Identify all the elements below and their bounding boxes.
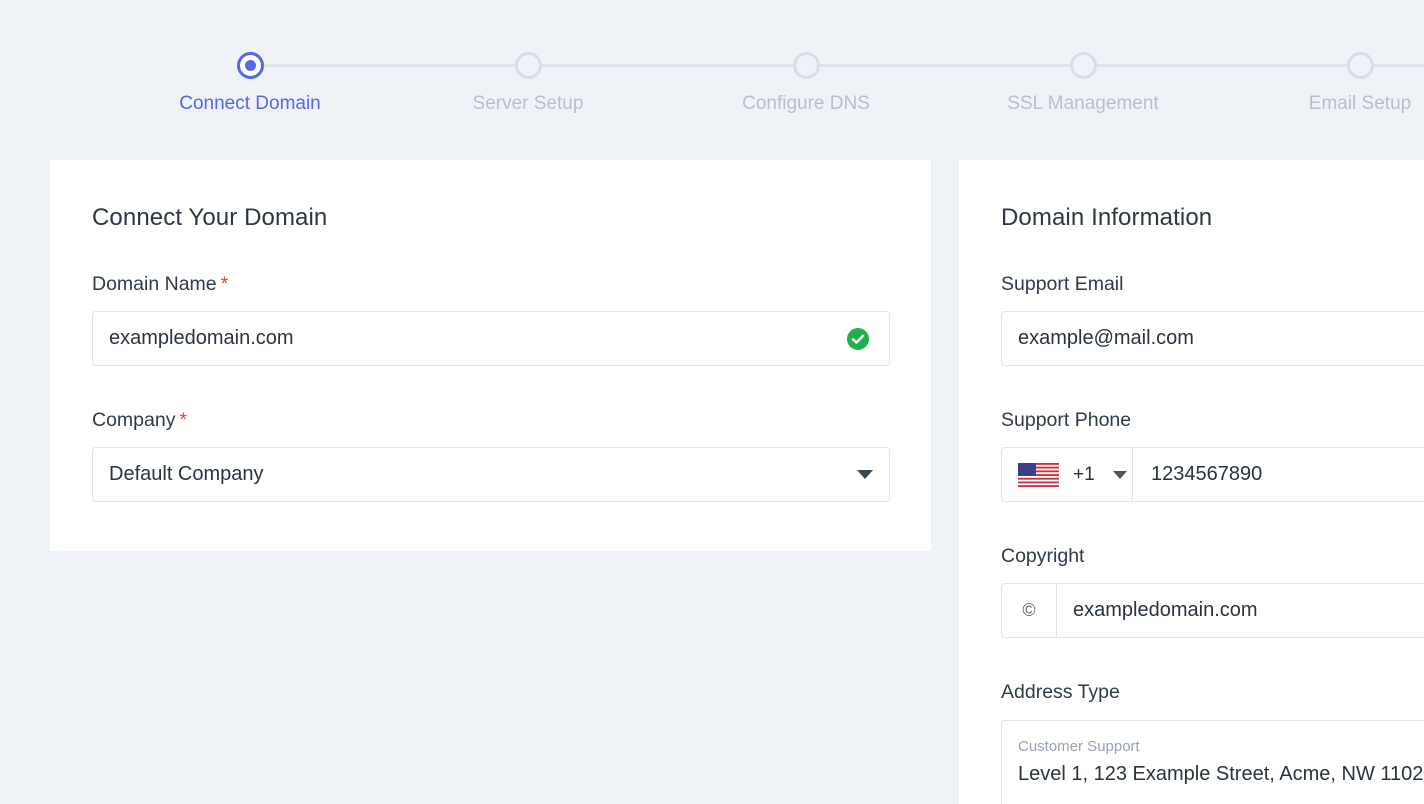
copyright-input[interactable]: © exampledomain.com bbox=[1001, 583, 1424, 638]
address-caption: Customer Support bbox=[1018, 738, 1140, 755]
address-value: Level 1, 123 Example Street, Acme, NW 11… bbox=[1018, 763, 1424, 785]
step-indicator-icon bbox=[792, 52, 820, 79]
copyright-value: exampledomain.com bbox=[1073, 599, 1258, 621]
step-label: Connect Domain bbox=[179, 93, 321, 114]
support-email-label: Support Email bbox=[1001, 273, 1124, 295]
step-label: Server Setup bbox=[472, 93, 584, 114]
domain-information-card: Domain Information Support Email example… bbox=[959, 160, 1424, 804]
company-select[interactable]: Default Company bbox=[92, 447, 890, 502]
company-label: Company * bbox=[92, 409, 188, 431]
required-mark: * bbox=[179, 409, 188, 431]
support-phone-input: +1 1234567890 bbox=[1001, 447, 1424, 502]
company-selected-value: Default Company bbox=[109, 463, 264, 485]
domain-name-label: Domain Name * bbox=[92, 273, 229, 295]
support-email-value: example@mail.com bbox=[1018, 327, 1194, 349]
step-configure-dns[interactable]: Configure DNS bbox=[696, 52, 916, 115]
domain-name-value: exampledomain.com bbox=[109, 327, 294, 349]
copyright-icon: © bbox=[1002, 584, 1057, 637]
connect-domain-card: Connect Your Domain Domain Name * example… bbox=[50, 160, 931, 551]
support-phone-label: Support Phone bbox=[1001, 409, 1132, 431]
step-label: Configure DNS bbox=[742, 93, 870, 114]
progress-stepper: Connect Domain Server Setup Configure DN… bbox=[0, 0, 1424, 140]
step-server-setup[interactable]: Server Setup bbox=[418, 52, 638, 115]
chevron-down-icon[interactable] bbox=[857, 469, 873, 479]
check-circle-icon bbox=[847, 327, 869, 350]
step-indicator-icon bbox=[1346, 52, 1374, 79]
support-email-input[interactable]: example@mail.com bbox=[1001, 311, 1424, 366]
step-indicator-icon bbox=[514, 52, 542, 79]
address-type-field[interactable]: Customer Support Level 1, 123 Example St… bbox=[1001, 720, 1424, 804]
card-title: Domain Information bbox=[1001, 204, 1213, 231]
dial-code: +1 bbox=[1073, 463, 1095, 485]
step-label: Email Setup bbox=[1308, 93, 1412, 114]
page: Connect Domain Server Setup Configure DN… bbox=[0, 0, 1424, 804]
step-label: SSL Management bbox=[1007, 93, 1159, 114]
chevron-down-icon bbox=[1112, 470, 1127, 479]
copyright-label: Copyright bbox=[1001, 545, 1085, 567]
step-email-setup[interactable]: Email Setup bbox=[1250, 52, 1424, 115]
required-mark: * bbox=[220, 273, 229, 295]
country-code-select[interactable]: +1 bbox=[1002, 448, 1133, 501]
address-type-label: Address Type bbox=[1001, 681, 1120, 703]
domain-name-input[interactable]: exampledomain.com bbox=[92, 311, 890, 366]
step-ssl-management[interactable]: SSL Management bbox=[973, 52, 1193, 115]
support-phone-value[interactable]: 1234567890 bbox=[1133, 463, 1262, 486]
us-flag-icon bbox=[1018, 462, 1059, 487]
step-active-indicator-icon bbox=[236, 52, 264, 79]
card-title: Connect Your Domain bbox=[92, 204, 328, 231]
step-indicator-icon bbox=[1069, 52, 1097, 79]
step-connect-domain[interactable]: Connect Domain bbox=[140, 52, 360, 115]
